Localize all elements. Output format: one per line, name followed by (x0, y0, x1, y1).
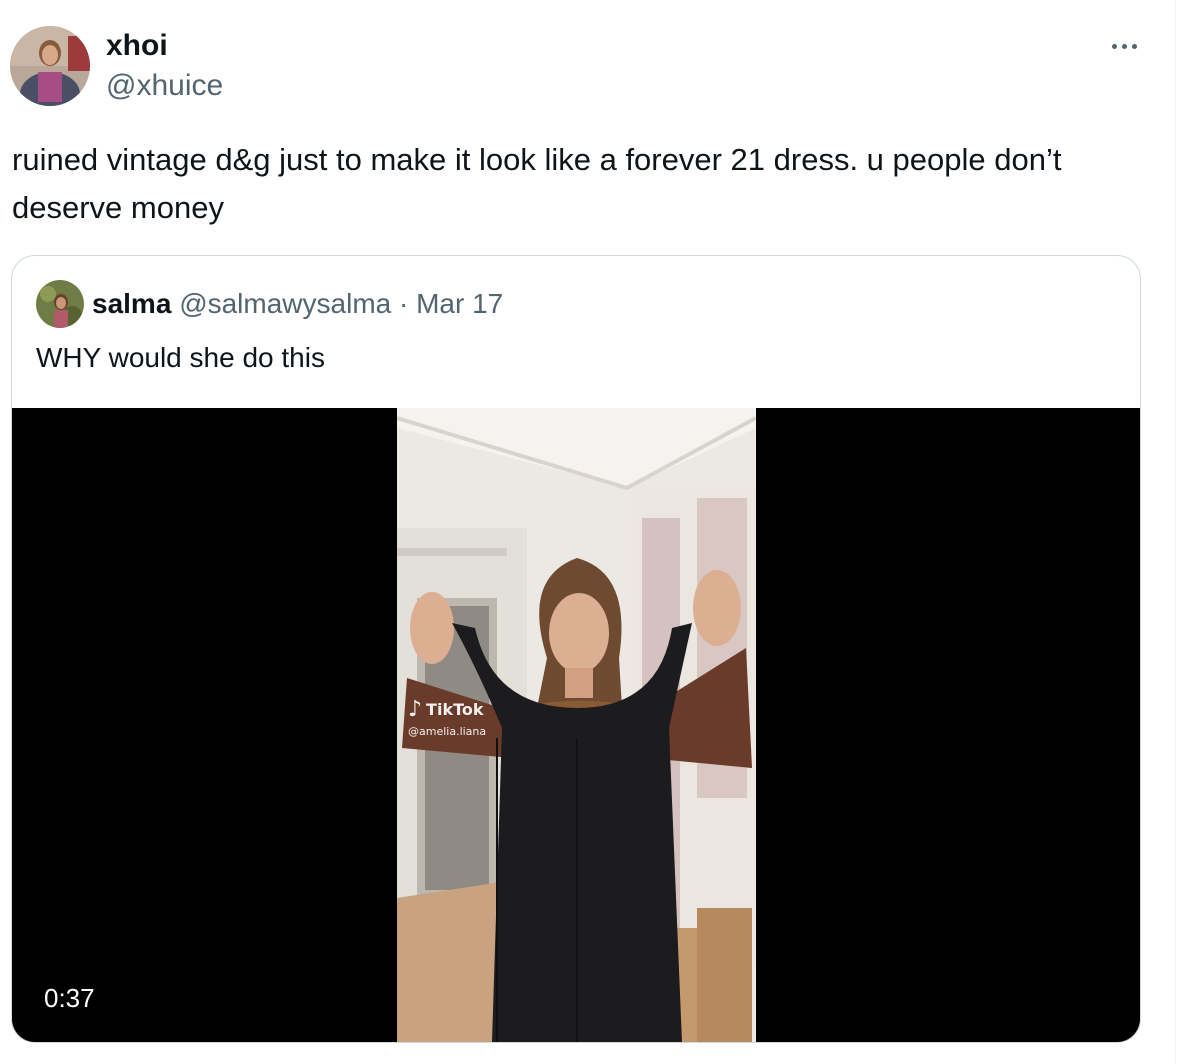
tiktok-watermark: ♪ TikTok @amelia.liana (408, 698, 486, 740)
ellipsis-icon-dot (1131, 43, 1137, 49)
tiktok-note-icon: ♪ (408, 697, 423, 722)
quoted-tweet-header: salma @salmawysalma · Mar 17 (92, 286, 503, 322)
header-separator: · (399, 288, 409, 319)
more-options-button[interactable] (1100, 28, 1148, 64)
quoted-author-handle[interactable]: @salmawysalma (179, 288, 391, 319)
quoted-tweet-date[interactable]: Mar 17 (416, 288, 503, 319)
video-thumbnail: ♪ TikTok @amelia.liana (397, 408, 756, 1042)
quoted-tweet-card[interactable]: salma @salmawysalma · Mar 17 WHY would s… (11, 255, 1141, 1043)
watermark-handle: @amelia.liana (408, 725, 487, 738)
video-duration-badge: 0:37 (36, 978, 103, 1018)
quoted-author-display-name[interactable]: salma (92, 288, 171, 319)
ellipsis-icon-dot (1121, 43, 1127, 49)
author-display-name[interactable]: xhoi (106, 29, 168, 63)
tweet-text: ruined vintage d&g just to make it look … (12, 142, 1071, 225)
video-player[interactable]: ♪ TikTok @amelia.liana 0:37 (12, 408, 1140, 1042)
author-avatar[interactable] (10, 26, 90, 106)
author-handle[interactable]: @xhuice (106, 68, 223, 104)
watermark-brand: TikTok (426, 700, 484, 719)
quoted-tweet-text: WHY would she do this (36, 342, 325, 373)
quoted-author-avatar[interactable] (36, 280, 84, 328)
column-divider (1175, 0, 1176, 1064)
ellipsis-icon (1111, 43, 1117, 49)
